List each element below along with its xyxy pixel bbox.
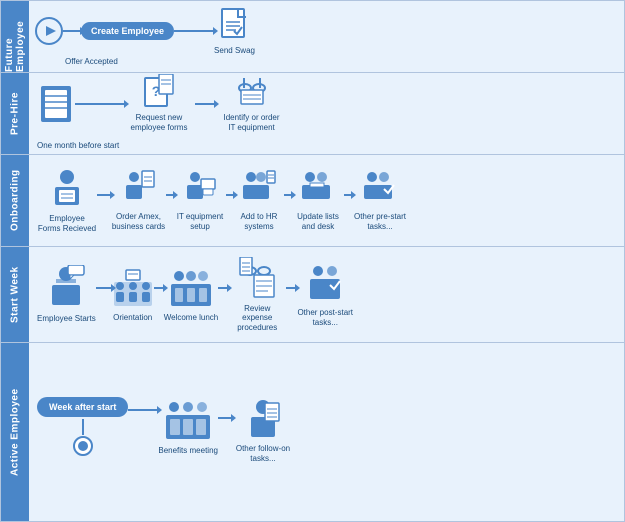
week-after-label: Week after start (37, 397, 128, 417)
request-forms-label: Request new employee forms (129, 113, 189, 132)
lane-content-start-week: Employee Starts (29, 247, 624, 342)
node-add-hr: Add to HR systems (234, 169, 284, 231)
lane-label-active: Active Employee (1, 343, 29, 521)
emp-starts-label: Employee Starts (37, 314, 96, 324)
lane-content-active: Week after start (29, 343, 624, 521)
lane-label-start-week: Start Week (1, 247, 29, 342)
order-amex-label: Order Amex, business cards (111, 212, 166, 231)
node-orientation: Orientation (112, 266, 154, 323)
lane-future-employee: Future Employee Create Employee (1, 1, 624, 73)
benefits-label: Benefits meeting (158, 446, 218, 456)
create-employee-label: Create Employee (81, 22, 174, 40)
node-welcome-lunch: Welcome lunch (164, 266, 219, 323)
node-review-expense: Review expense procedures (228, 257, 286, 333)
lane-content-onboarding: Employee Forms Recieved Order Amex, bu (29, 155, 624, 246)
node-it-setup: IT equipment setup (174, 169, 226, 231)
diagram-container: Future Employee Create Employee (0, 0, 625, 522)
lane-label-future: Future Employee (1, 1, 29, 72)
lane-label-onboarding: Onboarding (1, 155, 29, 246)
node-order-amex: Order Amex, business cards (111, 169, 166, 231)
node-create-employee: Create Employee (81, 22, 174, 40)
offer-accepted-label: Offer Accepted (65, 57, 118, 66)
identify-it-label: Identify or order IT equipment (219, 113, 284, 132)
one-month-label: One month before start (37, 141, 119, 150)
lane-label-pre-hire: Pre-Hire (1, 73, 29, 154)
node-update-lists: Update lists and desk (292, 169, 344, 231)
add-hr-label: Add to HR systems (234, 212, 284, 231)
node-end (72, 435, 94, 457)
node-identify-it: Identify or order IT equipment (219, 74, 284, 132)
node-post-start: Other post-start tasks... (296, 261, 354, 327)
node-play (35, 17, 63, 45)
pre-start-label: Other pre-start tasks... (352, 212, 408, 231)
lane-onboarding: Onboarding Employee Forms Recieved (1, 155, 624, 247)
node-db (37, 84, 75, 124)
lane-content-pre-hire: ? Request new employee forms (29, 73, 624, 154)
it-setup-label: IT equipment setup (174, 212, 226, 231)
node-request-forms: ? Request new employee forms (129, 74, 189, 132)
node-follow-on: Other follow-on tasks... (232, 397, 294, 463)
node-week-after: Week after start (37, 397, 128, 417)
send-swag-label: Send Swag (214, 46, 255, 56)
lane-content-future: Create Employee Send Swag (29, 1, 624, 72)
lane-start-week: Start Week Employee Starts (1, 247, 624, 343)
lane-pre-hire: Pre-Hire (1, 73, 624, 155)
orientation-label: Orientation (113, 313, 152, 323)
node-emp-forms: Employee Forms Recieved (37, 167, 97, 233)
follow-on-label: Other follow-on tasks... (232, 444, 294, 463)
update-lists-label: Update lists and desk (292, 212, 344, 231)
node-benefits: Benefits meeting (158, 397, 218, 456)
lane-active-employee: Active Employee Week after start (1, 343, 624, 521)
post-start-label: Other post-start tasks... (296, 308, 354, 327)
welcome-lunch-label: Welcome lunch (164, 313, 219, 323)
emp-forms-label: Employee Forms Recieved (37, 214, 97, 233)
review-expense-label: Review expense procedures (228, 304, 286, 333)
node-send-swag: Send Swag (214, 7, 255, 56)
node-pre-start: Other pre-start tasks... (352, 169, 408, 231)
node-emp-starts: Employee Starts (37, 265, 96, 324)
